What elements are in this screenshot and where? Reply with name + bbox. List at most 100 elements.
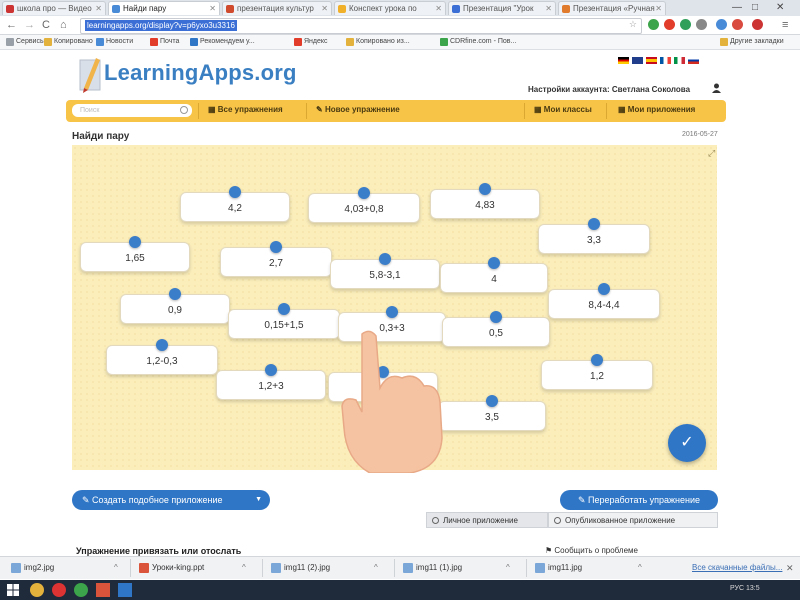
download-item[interactable]: img11 (1).jpg ^ (402, 561, 510, 575)
extension-icon[interactable] (752, 19, 763, 30)
fullscreen-icon[interactable]: ⤢ (708, 148, 715, 159)
chevron-up-icon[interactable]: ^ (242, 561, 246, 575)
pair-card[interactable]: 0,9 (120, 288, 230, 324)
browser-tab[interactable]: Презентация "Урок ✕ (448, 1, 556, 15)
reload-button[interactable]: C (42, 18, 50, 32)
pair-card[interactable]: 4 (440, 257, 548, 293)
pin-icon (156, 339, 168, 351)
bookmark-item[interactable]: Почта (150, 35, 179, 49)
pair-card[interactable]: 5,8-3,1 (330, 253, 440, 289)
flag-es-icon[interactable] (646, 57, 657, 64)
opera-icon[interactable] (664, 19, 675, 30)
pair-card[interactable]: 4,83 (430, 183, 540, 219)
menu-new-exercise[interactable]: ✎ Новое упражнение (316, 105, 400, 114)
menu-icon[interactable]: ≡ (782, 18, 788, 32)
eye-icon (432, 517, 439, 524)
home-button[interactable]: ⌂ (60, 18, 67, 32)
report-problem-link[interactable]: ⚑ Сообщить о проблеме (545, 546, 638, 555)
search-input[interactable]: Поиск (72, 104, 192, 117)
private-app-tab[interactable]: Личное приложение (426, 512, 548, 528)
show-all-downloads-link[interactable]: Все скачанные файлы... (692, 561, 782, 575)
extension-icon[interactable] (696, 19, 707, 30)
check-answers-button[interactable]: ✓ (668, 424, 706, 462)
back-button[interactable]: ← (6, 18, 17, 32)
chevron-up-icon[interactable]: ^ (374, 561, 378, 575)
chevron-down-icon[interactable]: ▼ (255, 490, 262, 510)
pair-card[interactable]: 3,5 (438, 395, 546, 431)
menu-all-exercises[interactable]: ▦ Все упражнения (208, 105, 283, 114)
explorer-icon[interactable] (30, 583, 44, 597)
close-icon[interactable]: ✕ (435, 2, 442, 15)
user-icon[interactable] (712, 83, 721, 93)
windows-start-icon[interactable] (6, 583, 20, 597)
account-settings-link[interactable]: Настройки аккаунта: Светлана Соколова (528, 85, 690, 94)
minimize-button[interactable]: — (732, 0, 742, 16)
powerpoint-icon[interactable] (96, 583, 110, 597)
pair-card[interactable]: 4,03+0,8 (308, 187, 420, 223)
pair-card[interactable]: 4,2 (180, 186, 290, 222)
close-icon[interactable]: ✕ (95, 2, 102, 15)
download-item[interactable]: img2.jpg ^ (10, 561, 118, 575)
pair-card[interactable]: 1,2 (541, 354, 653, 390)
pair-card[interactable]: 2,7 (220, 241, 332, 277)
flag-ru-icon[interactable] (688, 57, 699, 64)
chevron-up-icon[interactable]: ^ (114, 561, 118, 575)
maximize-button[interactable]: □ (752, 0, 758, 16)
bookmark-item[interactable]: Копировано из... (346, 35, 410, 49)
browser-tab[interactable]: презентация культур ✕ (222, 1, 332, 15)
extension-icon[interactable] (680, 19, 691, 30)
browser-tab[interactable]: Презентация «Ручная ✕ (558, 1, 666, 15)
pair-card[interactable]: 1,65 (80, 236, 190, 272)
chrome-icon[interactable] (74, 583, 88, 597)
opera-icon[interactable] (52, 583, 66, 597)
windows-taskbar: РУС 13:5 (0, 580, 800, 600)
pair-card[interactable]: 3,3 (538, 218, 650, 254)
close-window-button[interactable]: ✕ (776, 0, 784, 16)
create-similar-button[interactable]: ✎ Создать подобное приложение ▼ (72, 490, 270, 510)
close-icon[interactable]: ✕ (655, 2, 662, 15)
bookmark-item[interactable]: Сервисы (6, 35, 45, 49)
extension-icon[interactable] (732, 19, 743, 30)
word-icon[interactable] (118, 583, 132, 597)
browser-tab[interactable]: школа про — Видео ✕ (2, 1, 106, 15)
url-input[interactable]: learningapps.org/display?v=p6yxo3u3316 ☆ (80, 18, 642, 34)
bookmark-item[interactable]: Копировано (44, 35, 93, 49)
download-item[interactable]: img11.jpg ^ (534, 561, 642, 575)
bookmark-item[interactable]: Яндекс (294, 35, 328, 49)
bookmark-star-icon[interactable]: ☆ (629, 19, 637, 30)
download-item[interactable]: img11 (2).jpg ^ (270, 561, 378, 575)
extension-icon[interactable] (716, 19, 727, 30)
flag-fr-icon[interactable] (660, 57, 671, 64)
pin-icon (588, 218, 600, 230)
flag-it-icon[interactable] (674, 57, 685, 64)
pair-card[interactable]: 0,15+1,5 (228, 303, 340, 339)
close-downloads-button[interactable]: ✕ (786, 561, 794, 575)
browser-tab[interactable]: Конспект урока по ✕ (334, 1, 446, 15)
close-icon[interactable]: ✕ (209, 2, 216, 15)
download-item[interactable]: Уроки-king.ppt ^ (138, 561, 246, 575)
close-icon[interactable]: ✕ (545, 2, 552, 15)
bookmark-item[interactable]: Другие закладки (720, 35, 784, 49)
divider (526, 559, 527, 577)
pair-card[interactable]: 8,4-4,4 (548, 283, 660, 319)
flag-gb-icon[interactable] (632, 57, 643, 64)
bookmark-item[interactable]: Новости (96, 35, 133, 49)
pair-card[interactable]: 1,2-0,3 (106, 339, 218, 375)
forward-button[interactable]: → (24, 18, 35, 32)
site-logo[interactable]: LearningApps.org (78, 52, 298, 98)
flag-de-icon[interactable] (618, 57, 629, 64)
close-icon[interactable]: ✕ (321, 2, 328, 15)
chevron-up-icon[interactable]: ^ (638, 561, 642, 575)
system-tray[interactable]: РУС 13:5 (730, 585, 760, 592)
menu-my-apps[interactable]: ▦ Мои приложения (618, 105, 695, 114)
browser-tab-active[interactable]: Найди пару ✕ (108, 1, 220, 15)
edit-exercise-button[interactable]: ✎ Переработать упражнение (560, 490, 718, 510)
menu-my-classes[interactable]: ▦ Мои классы (534, 105, 592, 114)
bookmark-item[interactable]: Рекомендуем у... (190, 35, 255, 49)
extension-icon[interactable] (648, 19, 659, 30)
bookmark-item[interactable]: CDRfine.com - Пов... (440, 35, 516, 49)
chevron-up-icon[interactable]: ^ (506, 561, 510, 575)
public-app-tab[interactable]: Опубликованное приложение (548, 512, 718, 528)
pair-card[interactable]: 0,5 (442, 311, 550, 347)
pair-card[interactable]: 1,2+3 (216, 364, 326, 400)
